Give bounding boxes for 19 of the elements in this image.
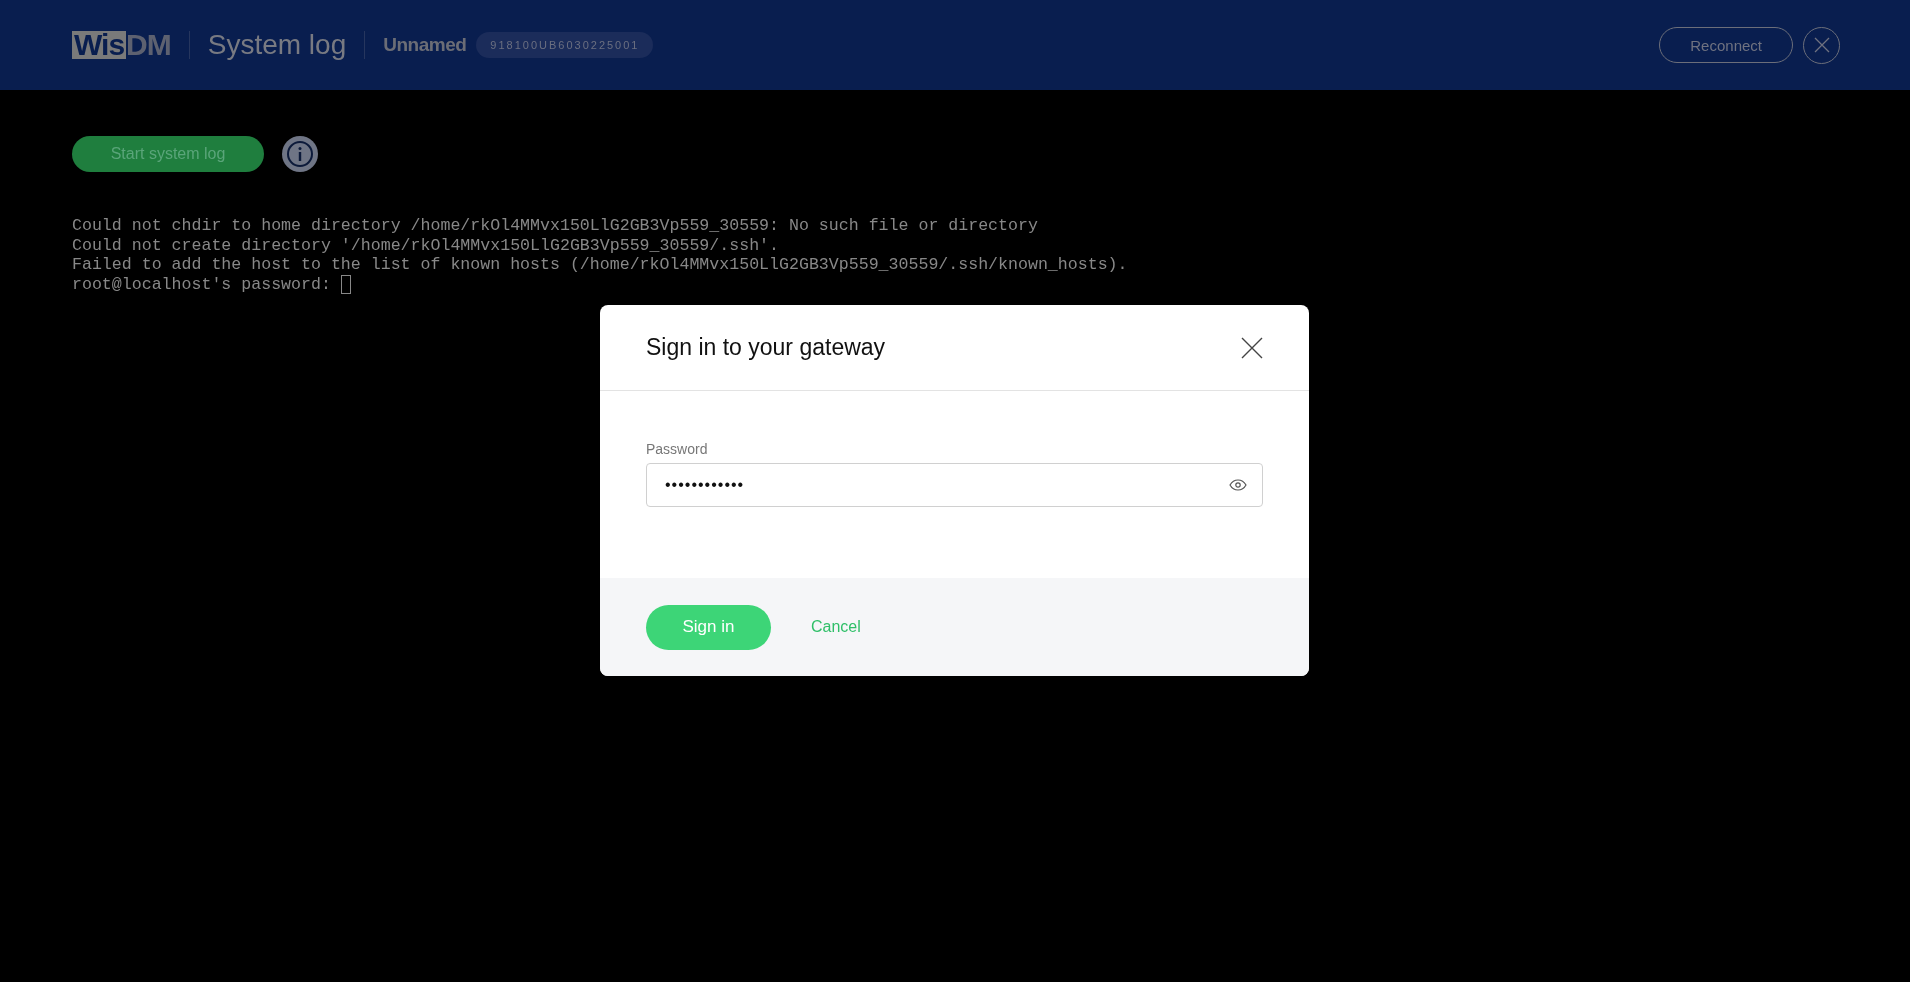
terminal-line: Could not create directory '/home/rkOl4MMvx150LlG2GB3Vp559_30559/.ssh'.	[72, 235, 779, 256]
info-icon[interactable]	[282, 136, 318, 172]
close-button[interactable]	[1241, 336, 1263, 359]
page-title: System log	[207, 29, 347, 61]
serial-number: 918100UB6030225001	[476, 32, 654, 58]
password-field[interactable]: ••••••••••••	[646, 463, 1263, 507]
device-name: Unnamed	[383, 34, 467, 56]
eye-icon[interactable]	[1229, 479, 1247, 491]
sign-in-button[interactable]: Sign in	[646, 604, 771, 650]
logo: WisDM	[72, 31, 171, 59]
close-icon	[1813, 37, 1830, 53]
terminal-line: root@localhost's password:	[72, 274, 332, 295]
close-icon	[1241, 336, 1263, 359]
dialog-title: Sign in to your gateway	[646, 334, 886, 361]
cancel-link[interactable]: Cancel	[811, 618, 861, 636]
field-label: Password	[646, 441, 709, 457]
terminal-line: Could not chdir to home directory /home/rkOl4MMvx150LlG2GB3Vp559_30559: No such file or directory	[72, 216, 1038, 236]
terminal-line: Failed to add the host to the list of known hosts (/home/rkOl4MMvx150LlG2GB3Vp559_30559/.ssh/known_hosts).	[72, 255, 1128, 275]
start-button[interactable]: Start system log	[72, 136, 264, 172]
